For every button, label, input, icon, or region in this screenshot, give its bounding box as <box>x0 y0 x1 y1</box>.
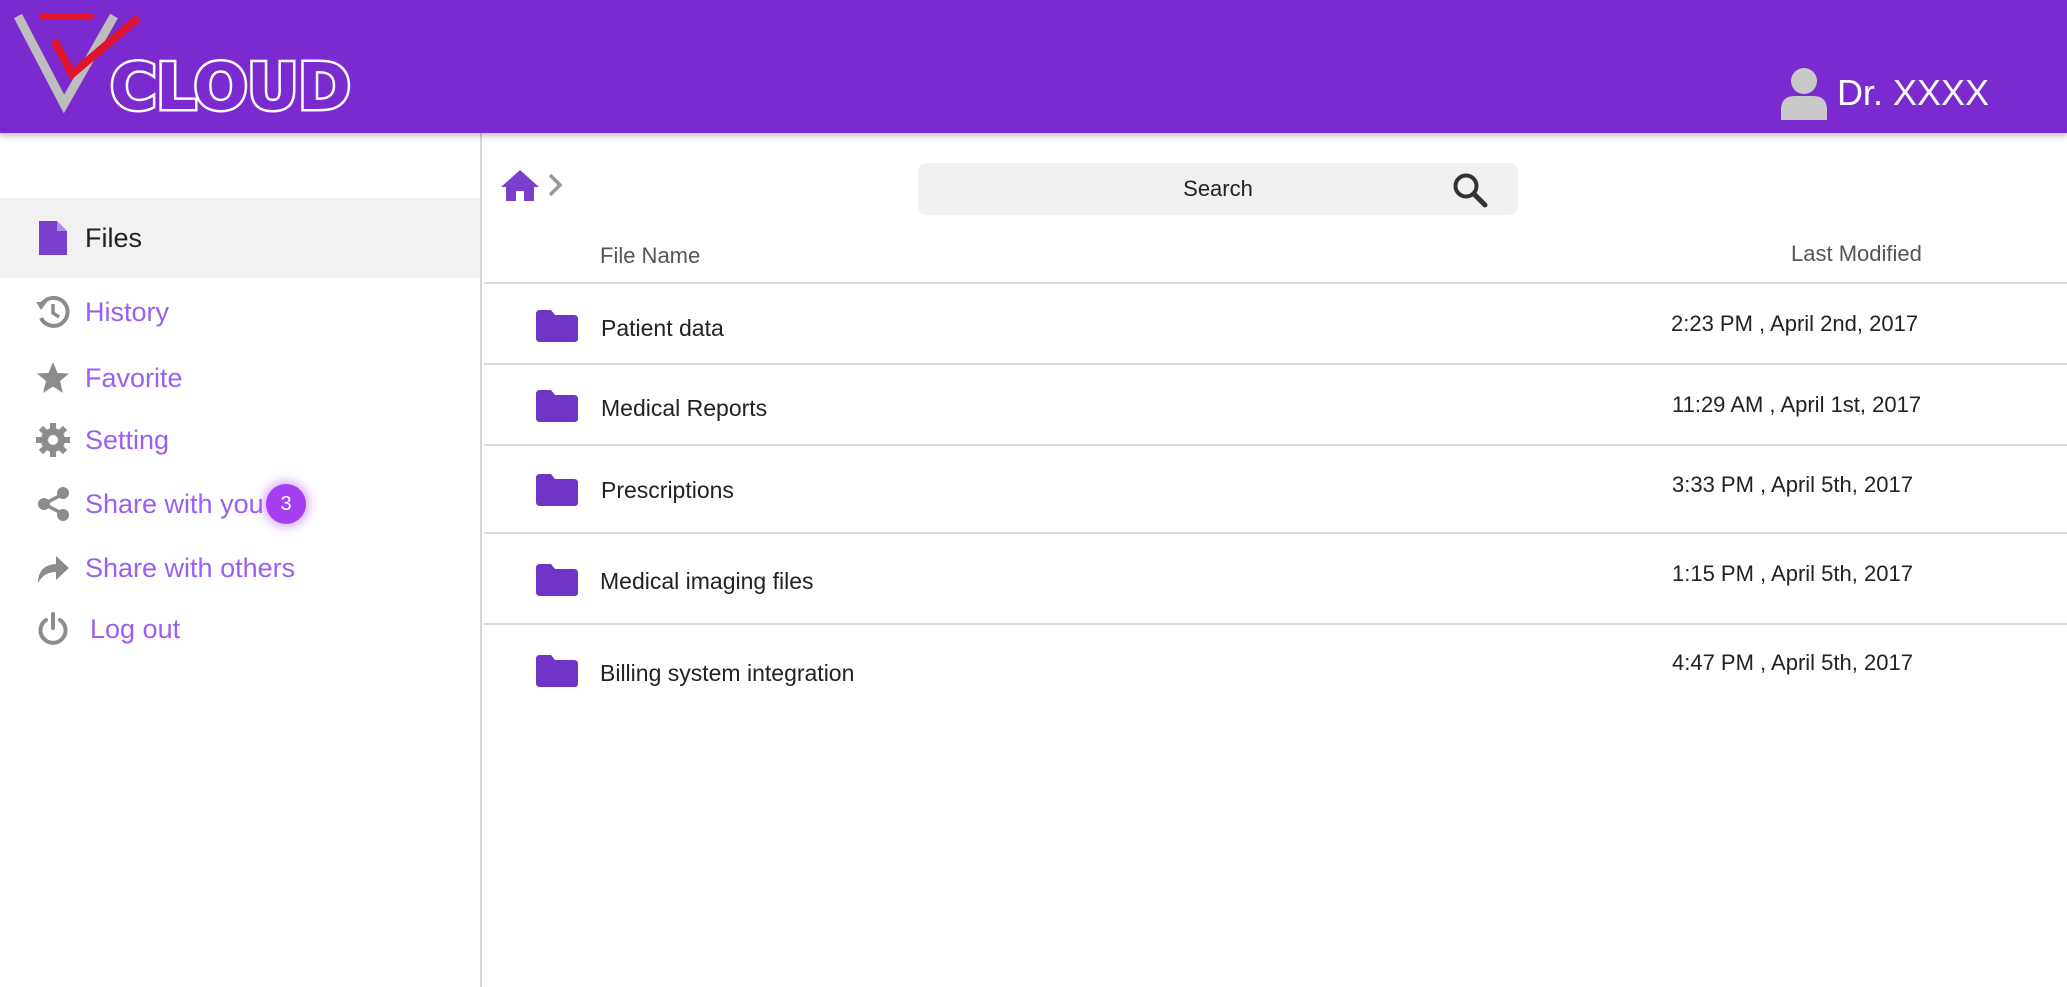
sidebar-item-history[interactable]: History <box>0 282 480 342</box>
sidebar-item-label: Log out <box>90 613 181 644</box>
logo-text: CLOUD <box>108 51 354 125</box>
table-row[interactable]: Billing system integration 4:47 PM , Apr… <box>484 623 2067 719</box>
file-name: Medical Reports <box>601 395 768 421</box>
app-header: CLOUD Dr. XXXX <box>0 0 2067 133</box>
sidebar-item-label: History <box>85 296 170 327</box>
table-row[interactable]: Prescriptions 3:33 PM , April 5th, 2017 <box>484 444 2067 532</box>
user-icon <box>1780 68 1827 120</box>
sidebar-item-label: Setting <box>85 424 170 455</box>
power-icon <box>34 610 72 648</box>
folder-icon <box>536 655 578 687</box>
last-modified: 11:29 AM , April 1st, 2017 <box>1672 392 1922 417</box>
forward-icon <box>34 549 72 587</box>
last-modified: 4:47 PM , April 5th, 2017 <box>1672 650 1913 675</box>
sidebar-item-label: Share with others <box>85 552 296 583</box>
search-bar[interactable]: Search <box>918 163 1518 215</box>
sidebar-item-log-out[interactable]: Log out <box>0 599 480 659</box>
history-icon <box>34 293 72 331</box>
file-name: Prescriptions <box>601 477 734 503</box>
file-name: Medical imaging files <box>600 568 814 594</box>
column-header-last-modified[interactable]: Last Modified <box>1791 241 1922 267</box>
folder-icon <box>536 390 578 422</box>
sidebar-item-files[interactable]: Files <box>0 198 480 278</box>
last-modified: 2:23 PM , April 2nd, 2017 <box>1671 311 1919 336</box>
chevron-right-icon <box>548 173 563 197</box>
table-row[interactable]: Medical Reports 11:29 AM , April 1st, 20… <box>484 363 2067 444</box>
last-modified: 1:15 PM , April 5th, 2017 <box>1672 561 1913 586</box>
sidebar: Files History Favorite Setting Share wit… <box>0 133 482 987</box>
file-browser: Search File Name Last Modified Patient d… <box>484 133 2067 987</box>
search-label: Search <box>1183 176 1253 201</box>
table-row[interactable]: Patient data 2:23 PM , April 2nd, 2017 <box>484 282 2067 363</box>
table-row[interactable]: Medical imaging files 1:15 PM , April 5t… <box>484 532 2067 623</box>
sidebar-item-setting[interactable]: Setting <box>0 410 480 470</box>
sidebar-item-share-with-others[interactable]: Share with others <box>0 538 480 598</box>
last-modified: 3:33 PM , April 5th, 2017 <box>1672 472 1913 497</box>
sidebar-item-favorite[interactable]: Favorite <box>0 348 480 408</box>
file-icon <box>34 219 72 257</box>
notification-badge: 3 <box>266 484 306 524</box>
folder-icon <box>536 310 578 342</box>
vcloud-logo[interactable]: CLOUD <box>14 12 354 124</box>
sidebar-item-label: Share with you <box>85 488 264 519</box>
sidebar-item-label: Files <box>85 222 143 253</box>
sidebar-item-share-with-you[interactable]: Share with you 3 <box>0 474 480 534</box>
share-icon <box>34 485 72 523</box>
column-header-file-name[interactable]: File Name <box>600 243 700 269</box>
folder-icon <box>536 564 578 596</box>
gear-icon <box>34 421 72 459</box>
folder-icon <box>536 474 578 506</box>
file-name: Patient data <box>601 315 724 341</box>
sidebar-item-label: Favorite <box>85 362 183 393</box>
breadcrumb <box>500 168 564 202</box>
user-menu[interactable]: Dr. XXXX <box>1779 66 1989 120</box>
star-icon <box>34 359 72 397</box>
home-icon[interactable] <box>500 168 540 202</box>
user-name: Dr. XXXX <box>1836 72 1989 113</box>
file-name: Billing system integration <box>600 660 855 686</box>
search-icon[interactable] <box>1452 172 1488 208</box>
